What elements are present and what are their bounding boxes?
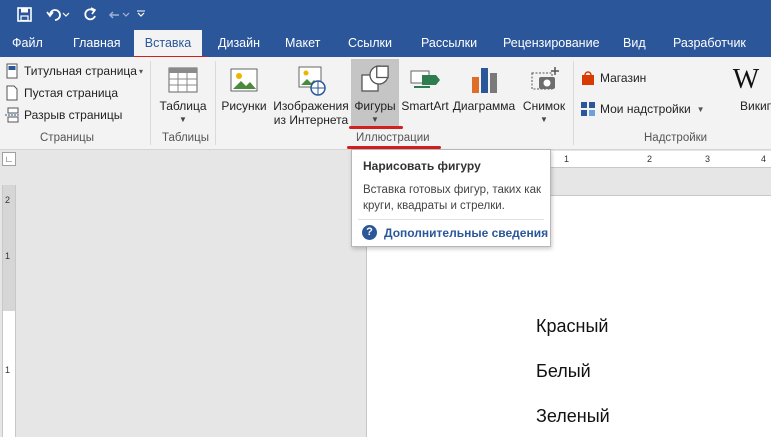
group-divider <box>215 61 216 145</box>
touch-mode-icon[interactable] <box>106 3 132 25</box>
ruler-number: 4 <box>761 154 767 164</box>
online-pictures-label: Изображения из Интернета <box>271 99 351 127</box>
my-addins-dropdown-icon[interactable]: ▼ <box>697 105 705 114</box>
screenshot-label: Снимок <box>522 99 566 113</box>
ruler-number: 2 <box>5 195 11 205</box>
title-bar <box>0 0 771 30</box>
shapes-highlight <box>349 126 403 129</box>
blank-page-icon <box>4 85 20 101</box>
group-divider <box>150 61 151 145</box>
page-break-button[interactable]: Разрыв страницы <box>4 105 122 125</box>
ruler-number: 1 <box>5 251 11 261</box>
wikipedia-button[interactable]: W Википедия <box>716 59 771 129</box>
tab-mailings[interactable]: Рассылки <box>421 30 477 57</box>
pages-group-label: Страницы <box>40 132 94 144</box>
page-break-label: Разрыв страницы <box>24 108 123 122</box>
smartart-label: SmartArt <box>401 99 449 113</box>
ribbon: Титульная страница ▾ Пустая страница Раз… <box>0 57 771 150</box>
tab-design[interactable]: Дизайн <box>218 30 260 57</box>
my-addins-button[interactable]: Мои надстройки ▼ <box>580 99 705 119</box>
wikipedia-icon: W <box>732 64 760 95</box>
table-label: Таблица <box>159 99 207 113</box>
screenshot-dropdown-icon: ▼ <box>540 115 548 124</box>
group-divider <box>573 61 574 145</box>
online-picture-icon <box>298 66 326 96</box>
vertical-ruler[interactable]: 2 1 1 <box>2 185 16 437</box>
cover-page-dropdown-icon[interactable]: ▾ <box>139 67 143 76</box>
chart-label: Диаграмма <box>452 99 516 113</box>
qat-dropdown-icon[interactable] <box>132 0 150 30</box>
redo-icon[interactable] <box>80 3 100 25</box>
tooltip-description: Вставка готовых фигур, таких как круги, … <box>363 184 542 212</box>
help-icon: ? <box>362 225 377 240</box>
shapes-label: Фигуры <box>354 99 396 113</box>
tab-file[interactable]: Файл <box>12 30 43 57</box>
table-icon <box>168 67 198 93</box>
chart-icon <box>472 68 497 93</box>
addins-group-label: Надстройки <box>644 132 708 144</box>
tab-home[interactable]: Главная <box>73 30 121 57</box>
ruler-number: 3 <box>705 154 711 164</box>
cover-page-icon <box>4 63 20 79</box>
tab-developer[interactable]: Разработчик <box>673 30 746 57</box>
tab-review[interactable]: Рецензирование <box>503 30 600 57</box>
document-line[interactable]: Красный <box>536 316 608 337</box>
my-addins-icon <box>580 101 596 117</box>
table-dropdown-icon: ▼ <box>179 115 187 124</box>
illustrations-group-label: Иллюстрации <box>356 132 430 144</box>
ruler-number: 1 <box>564 154 570 164</box>
tooltip-divider <box>358 219 544 220</box>
tooltip-help-link[interactable]: ? Дополнительные сведения <box>362 225 548 240</box>
ribbon-tabs: Файл Главная Вставка Дизайн Макет Ссылки… <box>0 30 771 57</box>
store-label: Магазин <box>600 71 647 85</box>
document-line[interactable]: Белый <box>536 361 591 382</box>
tab-view[interactable]: Вид <box>623 30 646 57</box>
tooltip-help-label: Дополнительные сведения <box>384 225 549 240</box>
screenshot-icon <box>531 67 559 90</box>
page-break-icon <box>4 107 20 123</box>
blank-page-button[interactable]: Пустая страница <box>4 83 118 103</box>
my-addins-label: Мои надстройки <box>600 102 691 116</box>
smartart-icon <box>410 70 440 88</box>
tab-references[interactable]: Ссылки <box>348 30 392 57</box>
shapes-dropdown-icon: ▼ <box>371 115 379 124</box>
shapes-tooltip: Нарисовать фигуру Вставка готовых фигур,… <box>351 149 551 247</box>
cover-page-button[interactable]: Титульная страница ▾ <box>4 61 143 81</box>
document-line[interactable]: Зеленый <box>536 406 610 427</box>
cover-page-label: Титульная страница <box>24 64 137 78</box>
store-icon <box>580 70 596 86</box>
tab-selector-icon[interactable]: ∟ <box>2 152 16 166</box>
pictures-button[interactable]: Рисунки <box>219 59 269 129</box>
smartart-button[interactable]: SmartArt <box>399 59 451 129</box>
tab-insert[interactable]: Вставка <box>134 30 202 57</box>
save-icon[interactable] <box>14 3 34 25</box>
pictures-label: Рисунки <box>221 99 267 113</box>
store-button[interactable]: Магазин <box>580 68 646 88</box>
tables-group-label: Таблицы <box>162 132 209 144</box>
shapes-button[interactable]: Фигуры ▼ <box>351 59 399 129</box>
online-pictures-button[interactable]: Изображения из Интернета <box>271 59 351 129</box>
ruler-number: 1 <box>5 365 11 375</box>
picture-icon <box>230 68 258 92</box>
screenshot-button[interactable]: Снимок ▼ <box>518 59 570 129</box>
online-pictures-line1: Изображения <box>273 99 349 113</box>
online-pictures-line2: из Интернета <box>273 113 349 127</box>
chart-button[interactable]: Диаграмма <box>451 59 517 129</box>
table-button[interactable]: Таблица ▼ <box>157 59 209 129</box>
tab-layout[interactable]: Макет <box>285 30 320 57</box>
blank-page-label: Пустая страница <box>24 86 119 100</box>
tooltip-title: Нарисовать фигуру <box>363 159 481 173</box>
shapes-icon <box>361 65 389 92</box>
wikipedia-label: Википедия <box>740 99 771 113</box>
ruler-number: 2 <box>647 154 653 164</box>
undo-icon[interactable] <box>44 3 72 25</box>
